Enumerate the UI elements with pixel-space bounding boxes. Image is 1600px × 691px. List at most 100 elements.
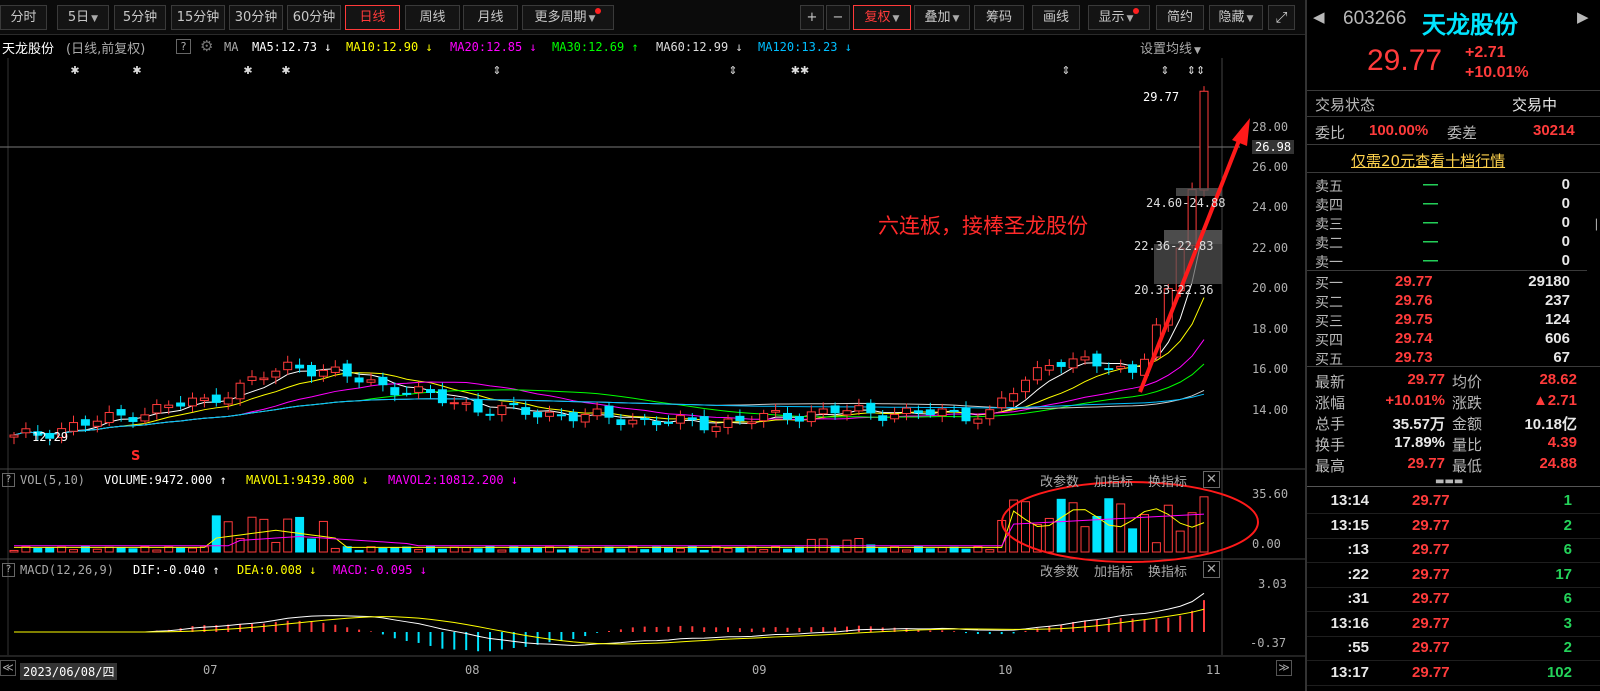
scroll-handle-icon[interactable]: ▕ [1589, 220, 1597, 231]
high-price-label: 29.77 [1143, 90, 1180, 104]
close-icon[interactable]: ✕ [1203, 561, 1220, 578]
macd-add-indicator-link[interactable]: 加指标 [1094, 561, 1133, 580]
level10-link[interactable]: 仅需20元查看十档行情 [1351, 150, 1505, 171]
close-icon[interactable]: ✕ [1203, 471, 1220, 488]
stat-label: 总手 [1315, 415, 1346, 433]
candle-body [854, 405, 864, 412]
event-markers: ✱ ✱ ✱ ✱ ⇕ ⇕ ✱✱ ⇕ ⇕ ⇕⇕ [70, 64, 1205, 77]
x-axis-month: 08 [465, 663, 480, 677]
scroll-left-icon[interactable]: ≪ [0, 660, 16, 676]
divider [1307, 270, 1587, 271]
volume-bar [176, 547, 186, 553]
candles [9, 86, 1209, 446]
ask-level-label: 卖三 [1315, 217, 1343, 233]
candle-body [533, 411, 543, 418]
help-icon[interactable]: ? [2, 473, 15, 487]
scroll-right-icon[interactable]: ≫ [1276, 660, 1292, 676]
vol-edit-params-link[interactable]: 改参数 [1040, 471, 1079, 490]
volume-bar [247, 516, 257, 553]
bid-level-label: 买一 [1315, 276, 1343, 292]
crosshair-date-label: 2023/06/08/四 [20, 663, 118, 680]
tick-volume: 2 [1563, 639, 1572, 656]
bid-level-label: 买三 [1315, 314, 1343, 330]
candle-body [271, 370, 281, 378]
ask-price[interactable]: — [1423, 233, 1438, 250]
volume-bar [783, 548, 792, 553]
stat-value: 28.62 [1539, 371, 1577, 388]
bid-price[interactable]: 29.73 [1395, 349, 1433, 366]
y-axis-label: 16.00 [1252, 362, 1289, 376]
tick-time: :13 [1347, 541, 1369, 558]
dif-value: DIF:-0.040 ↑ [133, 563, 220, 577]
weibi-label: 委比 [1315, 124, 1346, 142]
bid-price[interactable]: 29.77 [1395, 273, 1433, 290]
volume-bar [1116, 503, 1126, 553]
volume-bar [1092, 515, 1102, 553]
volume-bar [9, 549, 19, 553]
candle-body [69, 422, 78, 432]
volume-bar [521, 547, 531, 553]
tick-volume: 3 [1563, 614, 1572, 632]
bid-price[interactable]: 29.76 [1395, 292, 1433, 309]
candle-body [925, 409, 935, 416]
bid-price[interactable]: 29.75 [1395, 311, 1433, 328]
candle-body [961, 407, 971, 422]
candle-body [1199, 90, 1209, 191]
ask-price[interactable]: — [1423, 252, 1438, 269]
macd-bars [14, 592, 1205, 652]
bid-price[interactable]: 29.74 [1395, 330, 1433, 347]
candle-body [937, 408, 947, 417]
divider [1307, 537, 1600, 539]
y-axis-label: 14.00 [1252, 403, 1289, 417]
stat-label: 量比 [1452, 436, 1483, 454]
stat-value: +10.01% [1385, 392, 1445, 409]
bid-volume: 606 [1544, 330, 1570, 347]
ask-price[interactable]: — [1423, 195, 1438, 212]
tick-price: 29.77 [1412, 565, 1450, 583]
volume-bar [92, 548, 102, 553]
next-stock-icon[interactable]: ▶ [1577, 8, 1589, 26]
vol-add-indicator-link[interactable]: 加指标 [1094, 471, 1133, 490]
macd-switch-indicator-link[interactable]: 换指标 [1148, 561, 1187, 580]
candle-body [295, 364, 305, 369]
candle-body [1044, 364, 1054, 371]
help-icon[interactable]: ? [2, 563, 15, 577]
bid-level-label: 买二 [1315, 295, 1343, 311]
volume-bar [271, 541, 281, 553]
volume-bar [1187, 512, 1197, 553]
ask-price[interactable]: — [1423, 214, 1438, 231]
macd-title: MACD(12,26,9) [20, 563, 114, 577]
y-axis-label: 20.00 [1252, 281, 1289, 295]
candle-body [449, 402, 459, 405]
tick-price: 29.77 [1412, 614, 1450, 632]
candle-body [1056, 362, 1066, 367]
candle-body [354, 377, 364, 383]
tick-time: 13:17 [1330, 663, 1369, 681]
volume-bar [1080, 526, 1090, 553]
candle-body [687, 417, 697, 421]
ask-price[interactable]: — [1423, 176, 1438, 193]
candle-body [80, 419, 90, 426]
tick-time: :22 [1347, 565, 1369, 583]
macd-edit-params-link[interactable]: 改参数 [1040, 561, 1079, 580]
prev-stock-icon[interactable]: ◀ [1313, 8, 1325, 26]
vol-switch-indicator-link[interactable]: 换指标 [1148, 471, 1187, 490]
stat-label: 最高 [1315, 457, 1346, 475]
ask-level-label: 卖五 [1315, 179, 1343, 195]
candle-body [556, 414, 566, 417]
candle-body [140, 414, 150, 422]
arrow-up-icon: ↑ [219, 473, 227, 487]
kline-chart[interactable]: ✱ ✱ ✱ ✱ ⇕ ⇕ ✱✱ ⇕ ⇕ ⇕⇕ [0, 0, 1305, 691]
macd-text: MACD:-0.095 [333, 563, 413, 577]
candle-body [378, 376, 388, 386]
tick-time: :55 [1347, 639, 1369, 656]
candle-body [842, 410, 852, 416]
stat-value: 17.89% [1394, 434, 1445, 451]
volume-bar [937, 546, 947, 553]
ask-volume: 0 [1561, 233, 1570, 250]
candle-body [1032, 367, 1042, 381]
event-marker-icon: ⇕ [1061, 64, 1070, 77]
volume-bar [33, 547, 43, 553]
tick-volume: 6 [1563, 541, 1572, 558]
x-axis-month: 07 [203, 663, 218, 677]
